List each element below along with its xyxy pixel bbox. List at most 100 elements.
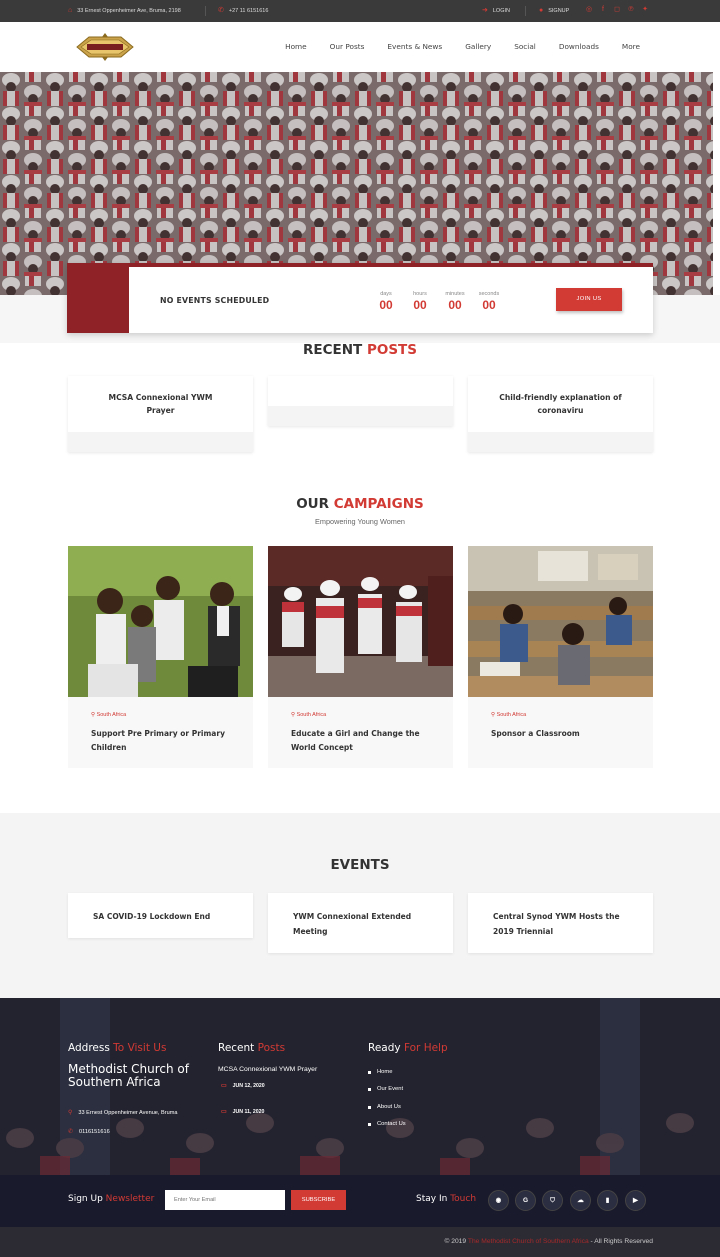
footer-recent-heading-b: Posts bbox=[257, 1042, 286, 1054]
footer-phone-text: 0116151616 bbox=[79, 1128, 110, 1135]
topbar-phone-text: +27 11 6151616 bbox=[228, 7, 269, 14]
topbar-phone: ✆ +27 11 6151616 bbox=[218, 7, 268, 14]
footer-link-about-us[interactable]: About Us bbox=[368, 1104, 401, 1110]
shield-icon[interactable]: ⛉ bbox=[542, 1190, 563, 1211]
campaign-location-text: South Africa bbox=[496, 712, 527, 718]
bullet-icon bbox=[368, 1087, 371, 1091]
topbar-socials: ◎ f ◻ ℗ ✦ bbox=[584, 5, 650, 15]
copyright-bar: © 2019 The Methodist Church of Southern … bbox=[0, 1227, 720, 1257]
nav-events-news[interactable]: Events & News bbox=[387, 42, 442, 51]
nav-home[interactable]: Home bbox=[285, 42, 307, 51]
recent-posts-title: RECENT POSTS bbox=[0, 342, 720, 358]
pinterest-icon[interactable]: ℗ bbox=[626, 5, 636, 15]
instagram-icon[interactable]: ◻ bbox=[612, 5, 622, 15]
footer-recent-post-title[interactable]: MCSA Connexional YWM Prayer bbox=[218, 1066, 317, 1073]
post-card[interactable] bbox=[268, 376, 453, 426]
countdown-hours: hours 00 bbox=[405, 291, 435, 312]
youtube-icon[interactable]: ▶ bbox=[625, 1190, 646, 1211]
footer-help-heading-a: Ready bbox=[368, 1042, 401, 1054]
event-card[interactable]: SA COVID-19 Lockdown End bbox=[68, 893, 253, 938]
hero-image bbox=[0, 72, 713, 295]
campaign-card[interactable]: ⚲ South Africa Educate a Girl and Change… bbox=[268, 546, 453, 768]
divider bbox=[205, 6, 206, 16]
login-link[interactable]: ➜ LOGIN bbox=[482, 7, 510, 14]
footer-address-heading: Address To Visit Us bbox=[68, 1042, 166, 1054]
footer-link-home[interactable]: Home bbox=[368, 1069, 392, 1075]
event-countdown: NO EVENTS SCHEDULED days 00 hours 00 min… bbox=[67, 263, 653, 333]
footer-link-contact-us[interactable]: Contact Us bbox=[368, 1121, 406, 1127]
event-title: Central Synod YWM Hosts the 2019 Trienni… bbox=[493, 912, 620, 936]
nav-our-posts[interactable]: Our Posts bbox=[330, 42, 365, 51]
event-card[interactable]: Central Synod YWM Hosts the 2019 Trienni… bbox=[468, 893, 653, 953]
nav-more[interactable]: More bbox=[622, 42, 640, 51]
footer-recent-date-text: JUN 11, 2020 bbox=[232, 1108, 265, 1115]
facebook-icon[interactable]: f bbox=[598, 5, 608, 15]
divider bbox=[525, 6, 526, 16]
copyright-suffix: - All Rights Reserved bbox=[590, 1238, 653, 1245]
post-card[interactable]: MCSA Connexional YWM Prayer bbox=[68, 376, 253, 452]
post-card-footer bbox=[68, 432, 253, 452]
copyright-prefix: © 2019 bbox=[444, 1238, 467, 1245]
countdown-minutes: minutes 00 bbox=[440, 291, 470, 312]
bookmark-icon[interactable]: ▮ bbox=[597, 1190, 618, 1211]
footer-recent-date: ▭ JUN 12, 2020 bbox=[221, 1082, 265, 1090]
countdown-days-label: days bbox=[380, 291, 392, 297]
campaign-card[interactable]: ⚲ South Africa Support Pre Primary or Pr… bbox=[68, 546, 253, 768]
countdown-hours-label: hours bbox=[413, 291, 427, 297]
map-pin-icon: ⚲ bbox=[491, 712, 496, 718]
signup-link[interactable]: ● SIGNUP bbox=[539, 7, 569, 14]
nav-social[interactable]: Social bbox=[514, 42, 536, 51]
countdown-hours-value: 00 bbox=[413, 298, 427, 312]
twitter-icon[interactable]: ✦ bbox=[640, 5, 650, 15]
calendar-icon: ▭ bbox=[221, 1083, 227, 1089]
stay-in-touch-label-a: Stay In bbox=[416, 1194, 448, 1204]
campaigns-title-b: CAMPAIGNS bbox=[333, 496, 424, 512]
footer-address-heading-b: To Visit Us bbox=[113, 1042, 167, 1054]
footer-phone: ✆ 0116151616 bbox=[68, 1128, 110, 1136]
cloud-icon[interactable]: ☁ bbox=[570, 1190, 591, 1211]
nav-downloads[interactable]: Downloads bbox=[559, 42, 599, 51]
footer-recent-heading: Recent Posts bbox=[218, 1042, 285, 1054]
nav-gallery[interactable]: Gallery bbox=[465, 42, 491, 51]
campaign-card[interactable]: ⚲ South Africa Sponsor a Classroom bbox=[468, 546, 653, 768]
countdown-red-block bbox=[67, 263, 129, 333]
join-us-button[interactable]: JOIN US bbox=[556, 288, 622, 311]
footer: Address To Visit Us Methodist Church of … bbox=[0, 998, 720, 1175]
bullet-icon bbox=[368, 1122, 371, 1126]
campaign-title[interactable]: Support Pre Primary or Primary Children bbox=[91, 727, 236, 755]
countdown-status: NO EVENTS SCHEDULED bbox=[160, 296, 270, 305]
main-navigation: Home Our Posts Events & News Gallery Soc… bbox=[0, 22, 720, 72]
campaign-title[interactable]: Educate a Girl and Change the World Conc… bbox=[291, 727, 436, 755]
newsletter-label-b: Newsletter bbox=[105, 1194, 155, 1204]
events-title: EVENTS bbox=[330, 857, 390, 873]
nav-menu: Home Our Posts Events & News Gallery Soc… bbox=[285, 42, 640, 51]
campaign-title[interactable]: Sponsor a Classroom bbox=[491, 727, 636, 741]
bullet-icon bbox=[368, 1105, 371, 1109]
footer-link-our-event[interactable]: Our Event bbox=[368, 1086, 403, 1092]
whatsapp-icon[interactable]: ◎ bbox=[584, 5, 594, 15]
campaign-location: ⚲ South Africa bbox=[291, 712, 326, 718]
copyright-org-link[interactable]: The Methodist Church of Southern Africa bbox=[468, 1238, 589, 1245]
countdown-seconds-value: 00 bbox=[482, 298, 496, 312]
site-logo[interactable] bbox=[73, 33, 137, 61]
stay-in-touch-label-b: Touch bbox=[450, 1194, 477, 1204]
countdown-top-stripe bbox=[67, 263, 653, 267]
footer-help-heading-b: For Help bbox=[403, 1042, 448, 1054]
campaign-location: ⚲ South Africa bbox=[491, 712, 526, 718]
campaigns-subtitle: Empowering Young Women bbox=[315, 517, 405, 526]
footer-link-label: Our Event bbox=[377, 1086, 404, 1092]
post-card[interactable]: Child-friendly explanation of coronaviru bbox=[468, 376, 653, 452]
campaign-location: ⚲ South Africa bbox=[91, 712, 126, 718]
dribbble-icon[interactable]: ◉ bbox=[488, 1190, 509, 1211]
post-title: MCSA Connexional YWM Prayer bbox=[108, 393, 213, 415]
signup-label: SIGNUP bbox=[548, 7, 570, 14]
recent-posts-title-a: RECENT bbox=[303, 342, 363, 358]
footer-link-label: Contact Us bbox=[377, 1121, 406, 1127]
newsletter-email-input[interactable] bbox=[165, 1190, 285, 1210]
campaigns-title: OUR CAMPAIGNS bbox=[0, 496, 720, 512]
footer-recent-date-text: JUN 12, 2020 bbox=[232, 1082, 265, 1089]
google-icon[interactable]: G bbox=[515, 1190, 536, 1211]
map-pin-icon: ⚲ bbox=[91, 712, 96, 718]
event-card[interactable]: YWM Connexional Extended Meeting bbox=[268, 893, 453, 953]
subscribe-button[interactable]: SUBSCRIBE bbox=[291, 1190, 346, 1210]
